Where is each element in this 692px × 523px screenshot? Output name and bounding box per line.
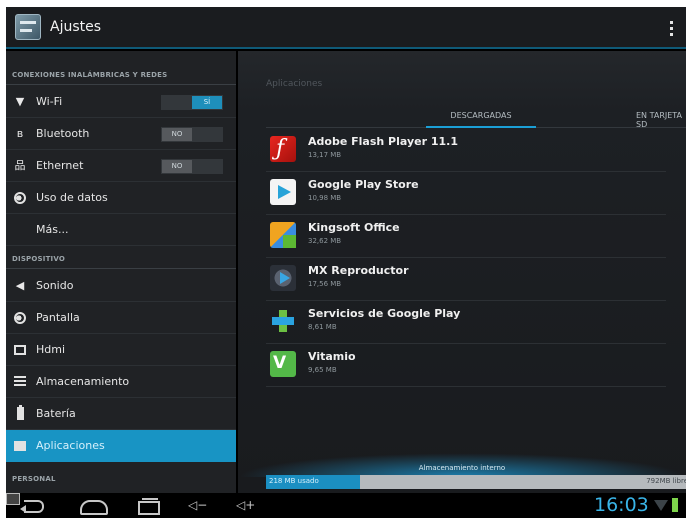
sound-icon: ◀: [15, 279, 25, 292]
tab-sd-card[interactable]: EN TARJETA SD: [636, 111, 686, 129]
app-size: 9,65 MB: [308, 366, 337, 374]
home-icon[interactable]: [78, 496, 108, 515]
settings-app-icon[interactable]: [15, 14, 41, 40]
overflow-menu-icon[interactable]: [664, 17, 678, 39]
app-name: Servicios de Google Play: [308, 307, 461, 320]
toggle-label: NO: [162, 160, 192, 173]
app-name: Kingsoft Office: [308, 221, 400, 234]
app-name: Adobe Flash Player 11.1: [308, 135, 458, 148]
sidebar-item-label: Ethernet: [36, 159, 84, 172]
sidebar-item-storage[interactable]: Almacenamiento: [6, 366, 236, 398]
flash-player-icon: [270, 136, 296, 162]
display-icon: [14, 312, 26, 324]
bluetooth-toggle[interactable]: NO: [161, 127, 223, 142]
apps-panel: Aplicaciones DESCARGADAS EN TARJETA SD A…: [238, 51, 686, 493]
sidebar-item-apps[interactable]: Aplicaciones: [6, 430, 236, 462]
sidebar-item-label: Hdmi: [36, 343, 66, 356]
action-bar: Ajustes: [6, 7, 686, 49]
sidebar-item-display[interactable]: Pantalla: [6, 302, 236, 334]
wifi-toggle[interactable]: SÍ: [161, 95, 223, 110]
hdmi-icon: [14, 345, 26, 355]
play-store-icon: [270, 179, 296, 205]
sidebar-item-label: Bluetooth: [36, 127, 90, 140]
sidebar-item-wifi[interactable]: ▼ Wi-Fi SÍ: [6, 86, 236, 118]
bluetooth-icon: ʙ: [16, 127, 24, 140]
app-list-item[interactable]: Adobe Flash Player 11.1 13,17 MB: [266, 129, 666, 172]
system-navigation-bar: ◁− ◁+ 16:03: [6, 493, 686, 518]
section-header-device: DISPOSITIVO: [6, 249, 236, 269]
battery-status-icon: [672, 498, 678, 512]
app-name: Vitamio: [308, 350, 356, 363]
app-list-item[interactable]: Vitamio 9,65 MB: [266, 344, 666, 387]
play-services-icon: [270, 308, 296, 334]
tab-downloaded[interactable]: DESCARGADAS: [426, 111, 536, 128]
storage-bar: 218 MB usado 792MB libre: [266, 475, 686, 489]
wifi-icon: ▼: [15, 95, 25, 108]
panel-title: Aplicaciones: [266, 79, 323, 89]
ethernet-toggle[interactable]: NO: [161, 159, 223, 174]
sidebar-item-label: Aplicaciones: [36, 439, 105, 452]
sidebar-item-ethernet[interactable]: 品 Ethernet NO: [6, 150, 236, 182]
section-header-personal: PERSONAL: [12, 475, 56, 483]
app-title: Ajustes: [50, 19, 102, 35]
recent-apps-icon[interactable]: [136, 496, 160, 515]
sidebar-item-data-usage[interactable]: Uso de datos: [6, 182, 236, 214]
toggle-label: NO: [162, 128, 192, 141]
app-list-item[interactable]: Kingsoft Office 32,62 MB: [266, 215, 666, 258]
status-clock[interactable]: 16:03: [594, 494, 649, 516]
app-size: 17,56 MB: [308, 280, 342, 288]
tab-bar: DESCARGADAS EN TARJETA SD: [266, 106, 686, 129]
app-name: MX Reproductor: [308, 264, 409, 277]
wifi-signal-icon: [654, 500, 668, 511]
sidebar-item-label: Sonido: [36, 279, 74, 292]
storage-free-label: 792MB libre: [646, 477, 686, 485]
sidebar-item-label: Almacenamiento: [36, 375, 130, 388]
kingsoft-office-icon: [270, 222, 296, 248]
app-size: 10,98 MB: [308, 194, 342, 202]
gallery-notification-icon[interactable]: [6, 493, 20, 505]
sidebar-item-label: Más...: [36, 223, 69, 236]
toggle-label: SÍ: [192, 96, 222, 109]
volume-down-icon[interactable]: ◁−: [188, 496, 212, 515]
storage-icon: [14, 376, 26, 388]
app-size: 13,17 MB: [308, 151, 342, 159]
app-size: 32,62 MB: [308, 237, 342, 245]
sidebar-item-label: Batería: [36, 407, 76, 420]
sidebar-item-more[interactable]: Más...: [6, 214, 236, 246]
apps-icon: [14, 441, 26, 451]
sidebar-item-label: Uso de datos: [36, 191, 108, 204]
app-list-item[interactable]: Servicios de Google Play 8,61 MB: [266, 301, 666, 344]
vitamio-icon: [270, 351, 296, 377]
section-header-wireless: CONEXIONES INALÁMBRICAS Y REDES: [6, 65, 236, 85]
app-size: 8,61 MB: [308, 323, 337, 331]
sidebar-item-label: Pantalla: [36, 311, 80, 324]
storage-used-label: 218 MB usado: [269, 477, 319, 485]
sidebar-item-hdmi[interactable]: Hdmi: [6, 334, 236, 366]
sidebar-item-battery[interactable]: Batería: [6, 398, 236, 430]
data-usage-icon: [14, 192, 26, 204]
sidebar-item-label: Wi-Fi: [36, 95, 63, 108]
ethernet-icon: 品: [14, 159, 26, 172]
mx-player-icon: [270, 265, 296, 291]
tablet-screen: Ajustes CONEXIONES INALÁMBRICAS Y REDES …: [6, 7, 686, 518]
sidebar-item-bluetooth[interactable]: ʙ Bluetooth NO: [6, 118, 236, 150]
app-name: Google Play Store: [308, 178, 419, 191]
settings-sidebar: CONEXIONES INALÁMBRICAS Y REDES ▼ Wi-Fi …: [6, 51, 236, 493]
app-list-item[interactable]: MX Reproductor 17,56 MB: [266, 258, 666, 301]
battery-icon: [17, 405, 24, 420]
storage-label: Almacenamiento interno: [418, 464, 506, 472]
app-list-item[interactable]: Google Play Store 10,98 MB: [266, 172, 666, 215]
volume-up-icon[interactable]: ◁+: [236, 496, 262, 515]
sidebar-item-sound[interactable]: ◀ Sonido: [6, 270, 236, 302]
back-icon[interactable]: [20, 496, 48, 515]
